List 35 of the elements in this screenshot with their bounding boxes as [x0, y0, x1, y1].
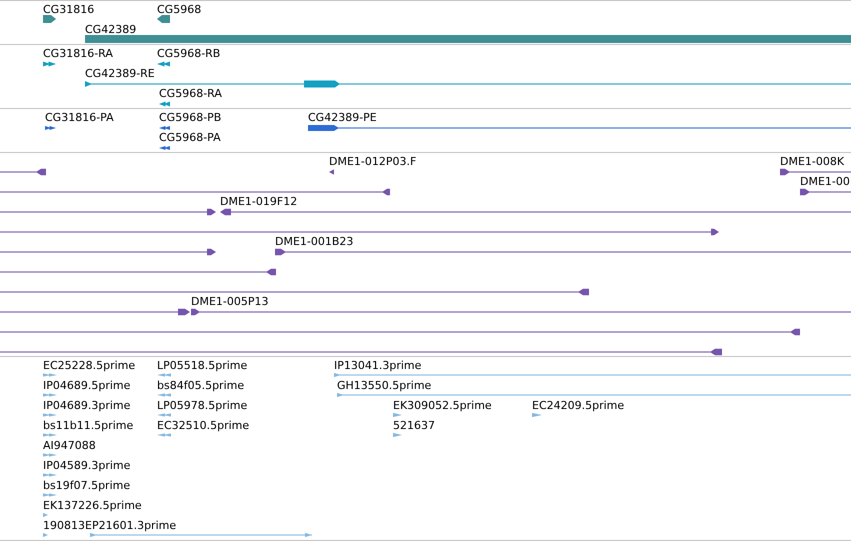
feature-label: DME1-019F12	[220, 195, 298, 208]
feature-label: bs11b11.5prime	[43, 419, 134, 432]
feature-label: DME1-012P03.F	[329, 155, 416, 168]
feature-label: CG5968	[157, 3, 202, 16]
feature-label: CG5968-RA	[159, 87, 222, 100]
feature-label: EC24209.5prime	[532, 399, 624, 412]
feature-label: EC32510.5prime	[157, 419, 250, 432]
feature-label: DME1-008K	[780, 155, 844, 168]
feature-label: IP04589.3prime	[43, 459, 130, 472]
feature-label: IP04689.3prime	[43, 399, 130, 412]
feature-label: DME1-001B23	[275, 235, 354, 248]
feature-label: CG42389	[85, 23, 136, 36]
feature-label: bs84f05.5prime	[157, 379, 244, 392]
feature-label: CG31816-RA	[43, 47, 113, 60]
feature-label: AI947088	[43, 439, 96, 452]
feature-label: IP04689.5prime	[43, 379, 130, 392]
feature-label: CG31816-PA	[45, 111, 114, 124]
feature-label: CG5968-PB	[159, 111, 222, 124]
feature-label: CG5968-RB	[157, 47, 220, 60]
feature-label: DME1-005P13	[191, 295, 269, 308]
feature-label: IP13041.3prime	[334, 359, 422, 372]
feature-label: bs19f07.5prime	[43, 479, 130, 492]
feature-label: LP05518.5prime	[157, 359, 248, 372]
feature-label: CG42389-PE	[308, 111, 377, 124]
feature-label: CG42389-RE	[85, 67, 155, 80]
feature-label: 521637	[393, 419, 435, 432]
feature-label: GH13550.5prime	[337, 379, 432, 392]
feature-label: LP05978.5prime	[157, 399, 248, 412]
feature-label: EC25228.5prime	[43, 359, 136, 372]
feature-label: DME1-00	[800, 175, 850, 188]
feature-label: EK309052.5prime	[393, 399, 492, 412]
feature-label: CG5968-PA	[159, 131, 221, 144]
feature-label: EK137226.5prime	[43, 499, 142, 512]
feature-label: 190813EP21601.3prime	[43, 519, 176, 532]
feature-label: CG31816	[43, 3, 94, 16]
